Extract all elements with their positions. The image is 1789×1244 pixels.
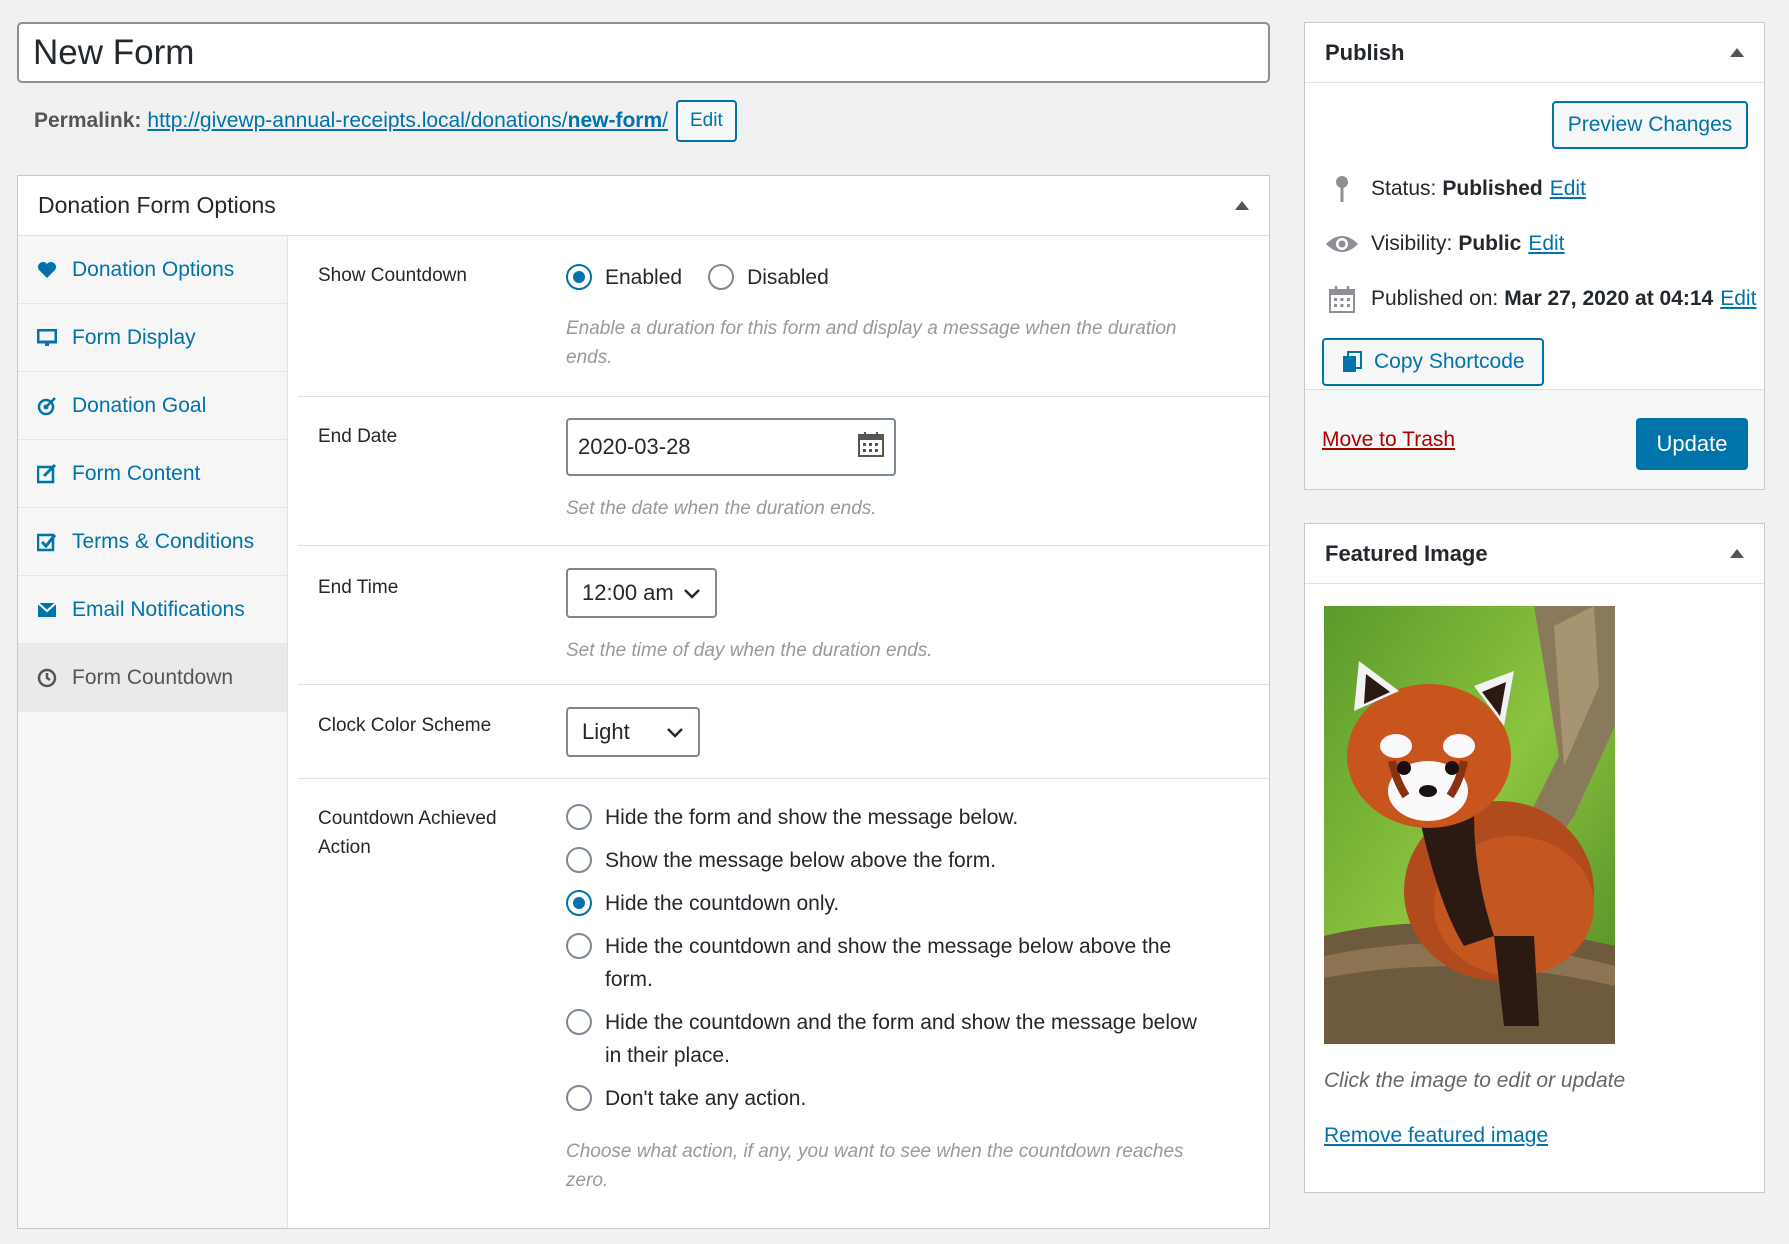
field-description: Set the time of day when the duration en…: [566, 640, 933, 661]
move-to-trash-link[interactable]: Move to Trash: [1322, 428, 1455, 452]
tab-label: Form Content: [72, 461, 201, 485]
end-time-select[interactable]: 12:00 am: [566, 568, 717, 618]
published-on-edit-link[interactable]: Edit: [1720, 287, 1756, 311]
envelope-icon: [36, 599, 58, 621]
tab-form-display[interactable]: Form Display: [18, 304, 287, 372]
radio-button[interactable]: [708, 264, 735, 290]
show-countdown-row: Show Countdown Enabled Disabled Enable a…: [298, 236, 1269, 397]
radio-button[interactable]: [566, 1009, 592, 1035]
collapse-arrow-icon[interactable]: [1235, 201, 1249, 210]
collapse-arrow-icon[interactable]: [1730, 549, 1744, 558]
copy-icon: [1342, 351, 1362, 373]
radio-button[interactable]: [566, 1085, 592, 1111]
radio-option[interactable]: Hide the form and show the message below…: [566, 801, 1206, 834]
visibility-edit-link[interactable]: Edit: [1528, 232, 1564, 256]
tab-terms-conditions[interactable]: Terms & Conditions: [18, 508, 287, 576]
eye-icon: [1325, 229, 1359, 259]
radio-disabled[interactable]: Disabled: [708, 261, 829, 294]
end-time-row: End Time 12:00 am Set the time of day wh…: [298, 546, 1269, 685]
end-date-input[interactable]: 2020-03-28: [566, 418, 896, 476]
publish-panel: Publish Preview Changes Status: Publishe…: [1304, 22, 1765, 490]
tab-label: Email Notifications: [72, 597, 245, 621]
field-description: Set the date when the duration ends.: [566, 498, 877, 519]
collapse-arrow-icon[interactable]: [1730, 48, 1744, 57]
radio-option[interactable]: Hide the countdown only.: [566, 887, 1206, 920]
radio-option[interactable]: Hide the countdown and show the message …: [566, 930, 1206, 996]
clock-color-row: Clock Color Scheme Light: [298, 685, 1269, 779]
field-label: End Time: [318, 577, 399, 598]
field-description: Enable a duration for this form and disp…: [566, 318, 1177, 368]
visibility-row: Visibility: Public Edit: [1325, 229, 1565, 259]
preview-changes-button[interactable]: Preview Changes: [1552, 101, 1748, 149]
tab-label: Donation Options: [72, 257, 235, 281]
radio-button[interactable]: [566, 847, 592, 873]
pin-icon: [1325, 174, 1359, 204]
publish-panel-header: Publish: [1305, 23, 1764, 83]
featured-image-thumbnail[interactable]: [1324, 606, 1615, 1044]
featured-image-title: Featured Image: [1325, 540, 1488, 566]
field-label: Clock Color Scheme: [318, 715, 492, 736]
copy-shortcode-button[interactable]: Copy Shortcode: [1322, 338, 1544, 386]
heart-icon: [36, 259, 58, 281]
target-icon: [36, 395, 58, 417]
countdown-fields: Show Countdown Enabled Disabled Enable a…: [298, 236, 1269, 1228]
update-button[interactable]: Update: [1636, 418, 1748, 470]
status-row: Status: Published Edit: [1325, 174, 1586, 204]
show-countdown-options: Enabled Disabled Enable a duration for t…: [566, 261, 1186, 372]
clock-color-select[interactable]: Light: [566, 707, 700, 757]
radio-button[interactable]: [566, 933, 592, 959]
radio-button[interactable]: [566, 804, 592, 830]
tab-donation-options[interactable]: Donation Options: [18, 236, 287, 304]
tab-email-notifications[interactable]: Email Notifications: [18, 576, 287, 644]
tab-form-content[interactable]: Form Content: [18, 440, 287, 508]
end-time-content: 12:00 am Set the time of day when the du…: [566, 568, 933, 665]
tab-label: Terms & Conditions: [72, 529, 255, 553]
achieved-action-row: Countdown Achieved Action Hide the form …: [298, 779, 1269, 1227]
chevron-down-icon: [666, 719, 684, 745]
radio-enabled[interactable]: Enabled: [566, 261, 682, 294]
radio-button[interactable]: [566, 264, 592, 290]
tab-label: Form Countdown: [72, 665, 234, 689]
tab-form-countdown[interactable]: Form Countdown: [18, 644, 287, 712]
featured-image-caption: Click the image to edit or update: [1324, 1069, 1626, 1092]
permalink-edit-button[interactable]: Edit: [675, 100, 737, 142]
clock-color-content: Light: [566, 707, 700, 757]
field-label: Show Countdown: [318, 265, 467, 286]
featured-image-panel: Featured Image Click the image to edit o…: [1304, 523, 1765, 1193]
field-description: Choose what action, if any, you want to …: [566, 1141, 1184, 1191]
remove-featured-image-link[interactable]: Remove featured image: [1324, 1124, 1548, 1148]
monitor-icon: [36, 327, 58, 349]
permalink-row: Permalink: http://givewp-annual-receipts…: [34, 100, 737, 142]
checkbox-icon: [36, 531, 58, 553]
end-date-row: End Date 2020-03-28 Set the date when th…: [298, 397, 1269, 546]
options-panel-header: Donation Form Options: [18, 176, 1269, 236]
status-edit-link[interactable]: Edit: [1550, 177, 1586, 201]
radio-option[interactable]: Hide the countdown and the form and show…: [566, 1006, 1206, 1072]
options-panel-title: Donation Form Options: [38, 192, 276, 218]
permalink-link[interactable]: http://givewp-annual-receipts.local/dona…: [147, 109, 668, 133]
donation-form-options-panel: Donation Form Options Donation Options F…: [17, 175, 1270, 1229]
publish-actions: Move to Trash Update: [1305, 389, 1764, 489]
clock-icon: [36, 667, 58, 689]
radio-option[interactable]: Don't take any action.: [566, 1082, 1206, 1115]
radio-option[interactable]: Show the message below above the form.: [566, 844, 1206, 877]
radio-button[interactable]: [566, 890, 592, 916]
published-on-row: Published on: Mar 27, 2020 at 04:14 Edit: [1325, 284, 1756, 314]
featured-image-header: Featured Image: [1305, 524, 1764, 584]
tab-label: Donation Goal: [72, 393, 207, 417]
edit-icon: [36, 463, 58, 485]
field-label: End Date: [318, 426, 398, 447]
options-tabs: Donation Options Form Display Donation G…: [18, 236, 288, 1228]
achieved-action-options: Hide the form and show the message below…: [566, 801, 1206, 1195]
tab-donation-goal[interactable]: Donation Goal: [18, 372, 287, 440]
field-label: Countdown Achieved Action: [318, 808, 497, 858]
end-date-content: 2020-03-28 Set the date when the duratio…: [566, 418, 896, 523]
form-title-input[interactable]: New Form: [17, 22, 1270, 83]
calendar-icon: [1325, 284, 1359, 314]
permalink-label: Permalink:: [34, 109, 142, 132]
chevron-down-icon: [683, 580, 701, 606]
tab-label: Form Display: [72, 325, 196, 349]
publish-panel-title: Publish: [1325, 39, 1405, 65]
calendar-icon[interactable]: [858, 431, 884, 463]
